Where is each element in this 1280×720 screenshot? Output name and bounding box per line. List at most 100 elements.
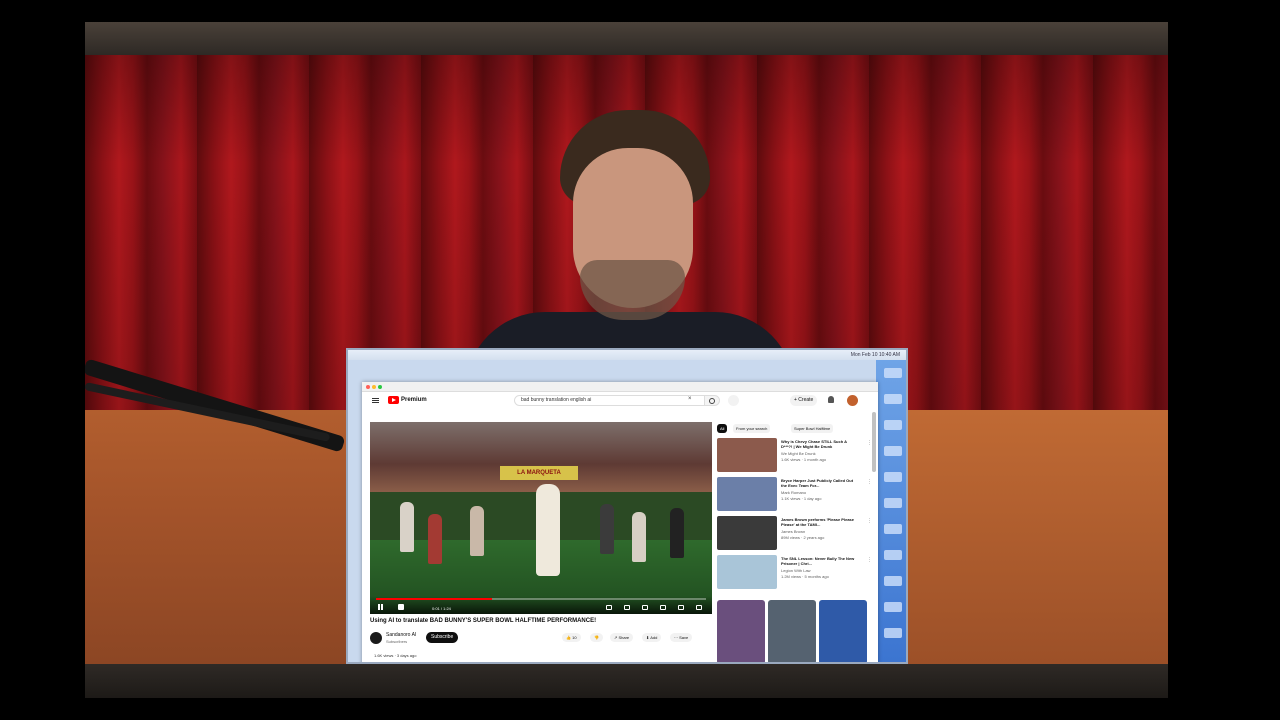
recommended-title[interactable]: The SNL Lesson: Never Bully The New Pris… (781, 556, 859, 566)
recommended-video[interactable]: James Brown performs 'Please Please Plea… (717, 516, 877, 550)
save-button[interactable]: ⋯ Save (670, 633, 693, 642)
desktop-file-icon[interactable] (884, 498, 902, 508)
dancer (632, 512, 646, 562)
video-views-date: 1.6K views · 3 days ago (374, 653, 417, 658)
cast-icon[interactable] (678, 605, 684, 610)
recommended-channel: Legion With Law (781, 568, 811, 573)
dancer (400, 502, 414, 552)
desktop-file-icon[interactable] (884, 524, 902, 534)
pause-icon[interactable] (378, 604, 383, 610)
video-thumbnail[interactable] (717, 516, 777, 550)
desktop-file-icon[interactable] (884, 602, 902, 612)
dancer (670, 508, 684, 558)
video-thumbnail[interactable] (717, 438, 777, 472)
channel-name[interactable]: Sandanoro AI (386, 632, 416, 638)
create-button[interactable]: + Create (790, 395, 818, 406)
recommended-title[interactable]: Why is Chevy Chase STILL Such A D***?! |… (781, 439, 859, 449)
minimize-window-button[interactable] (372, 385, 376, 389)
desktop-file-icon[interactable] (884, 550, 902, 560)
volume-icon[interactable] (398, 604, 404, 610)
hamburger-menu-icon[interactable] (372, 398, 379, 403)
desktop-file-icon[interactable] (884, 394, 902, 404)
desktop-file-icon[interactable] (884, 446, 902, 456)
search-input[interactable]: bad bunny translation english ai (514, 395, 710, 406)
dancer (600, 504, 614, 554)
sidebar-scrollbar[interactable] (872, 412, 876, 472)
desktop-file-icon[interactable] (884, 576, 902, 586)
recommended-channel: We Might Be Drunk (781, 451, 816, 456)
close-window-button[interactable] (366, 385, 370, 389)
video-time: 0:01 / 1:24 (432, 606, 451, 611)
fullscreen-icon[interactable] (696, 605, 702, 610)
stadium-sign: LA MARQUETA (500, 466, 578, 480)
more-options-icon[interactable]: ⋮ (867, 557, 872, 563)
recommended-meta: 1.6K views · 1 month ago (781, 457, 827, 462)
clear-search-icon[interactable]: × (688, 396, 692, 402)
recommended-video[interactable]: Bryce Harper Just Publicly Called Out th… (717, 477, 877, 511)
voice-search-icon[interactable] (728, 395, 739, 406)
desktop-file-icon[interactable] (884, 472, 902, 482)
video-thumbnail[interactable] (717, 555, 777, 589)
host-beard (580, 260, 685, 320)
theater-mode-icon[interactable] (660, 605, 666, 610)
recommended-title[interactable]: Bryce Harper Just Publicly Called Out th… (781, 478, 859, 488)
video-player[interactable]: LA MARQUETA 0:01 / 1:24 (370, 422, 712, 614)
share-button[interactable]: ↗ Share (610, 633, 634, 642)
recommended-video[interactable]: Why is Chevy Chase STILL Such A D***?! |… (717, 438, 877, 472)
dancer (428, 514, 442, 564)
channel-avatar[interactable] (370, 632, 382, 644)
bottom-band (85, 664, 1168, 698)
couch-back (905, 410, 1168, 665)
recommended-meta: 1.2M views · 5 months ago (781, 574, 829, 579)
player-controls: 0:01 / 1:24 (370, 596, 712, 614)
recommended-meta: 89M views · 2 years ago (781, 535, 825, 540)
notifications-bell-icon[interactable] (828, 396, 834, 403)
youtube-brand[interactable]: Premium (401, 397, 427, 403)
related-filter-chips: All From your search Super Bowl Halftime (717, 424, 873, 434)
mac-menubar: Mon Feb 10 10:40 AM (348, 350, 906, 360)
lead-performer (536, 484, 560, 576)
podcast-host (555, 110, 725, 350)
settings-icon[interactable] (624, 605, 630, 610)
like-button[interactable]: 👍 10 (562, 633, 581, 642)
browser-tab-bar (362, 382, 878, 392)
short-thumbnail[interactable] (819, 600, 867, 662)
miniplayer-icon[interactable] (642, 605, 648, 610)
video-progress-bar[interactable] (376, 598, 706, 600)
desktop-icons-column (876, 360, 906, 662)
desktop-file-icon[interactable] (884, 420, 902, 430)
add-button[interactable]: ⬇ Add (642, 633, 662, 642)
video-progress-fill (376, 598, 492, 600)
zoom-window-button[interactable] (378, 385, 382, 389)
menubar-clock: Mon Feb 10 10:40 AM (850, 352, 900, 358)
more-options-icon[interactable]: ⋮ (867, 518, 872, 524)
video-title: Using AI to translate BAD BUNNY'S SUPER … (370, 618, 597, 624)
recommended-video[interactable]: The SNL Lesson: Never Bully The New Pris… (717, 555, 877, 589)
chip-super-bowl[interactable]: Super Bowl Halftime (791, 424, 834, 433)
chip-from-search[interactable]: From your search (733, 424, 771, 433)
recommended-channel: Mark Romano (781, 490, 807, 495)
recommended-meta: 1.1K views · 1 day ago (781, 496, 822, 501)
top-band (85, 22, 1168, 55)
video-thumbnail[interactable] (717, 477, 777, 511)
desktop-file-icon[interactable] (884, 628, 902, 638)
stadium-stands (370, 422, 712, 492)
search-button[interactable] (704, 395, 720, 406)
more-options-icon[interactable]: ⋮ (867, 479, 872, 485)
short-thumbnail[interactable] (768, 600, 816, 662)
laptop-screen: Mon Feb 10 10:40 AM Premium bad bunny tr… (346, 348, 908, 664)
account-avatar[interactable] (847, 395, 858, 406)
short-thumbnail[interactable] (717, 600, 765, 662)
shorts-row (717, 600, 867, 662)
desktop-file-icon[interactable] (884, 368, 902, 378)
subscribe-button[interactable]: Subscribe (426, 632, 459, 643)
dislike-button[interactable]: 👎 (590, 633, 603, 642)
chip-all[interactable]: All (717, 424, 728, 433)
youtube-logo-icon[interactable] (388, 396, 399, 404)
recommended-channel: James Brown (781, 529, 806, 534)
captions-icon[interactable] (606, 605, 612, 610)
youtube-header: Premium bad bunny translation english ai… (362, 392, 878, 409)
channel-subscribers: Subscribers (386, 639, 408, 644)
recommended-title[interactable]: James Brown performs 'Please Please Plea… (781, 517, 859, 527)
dancer (470, 506, 484, 556)
